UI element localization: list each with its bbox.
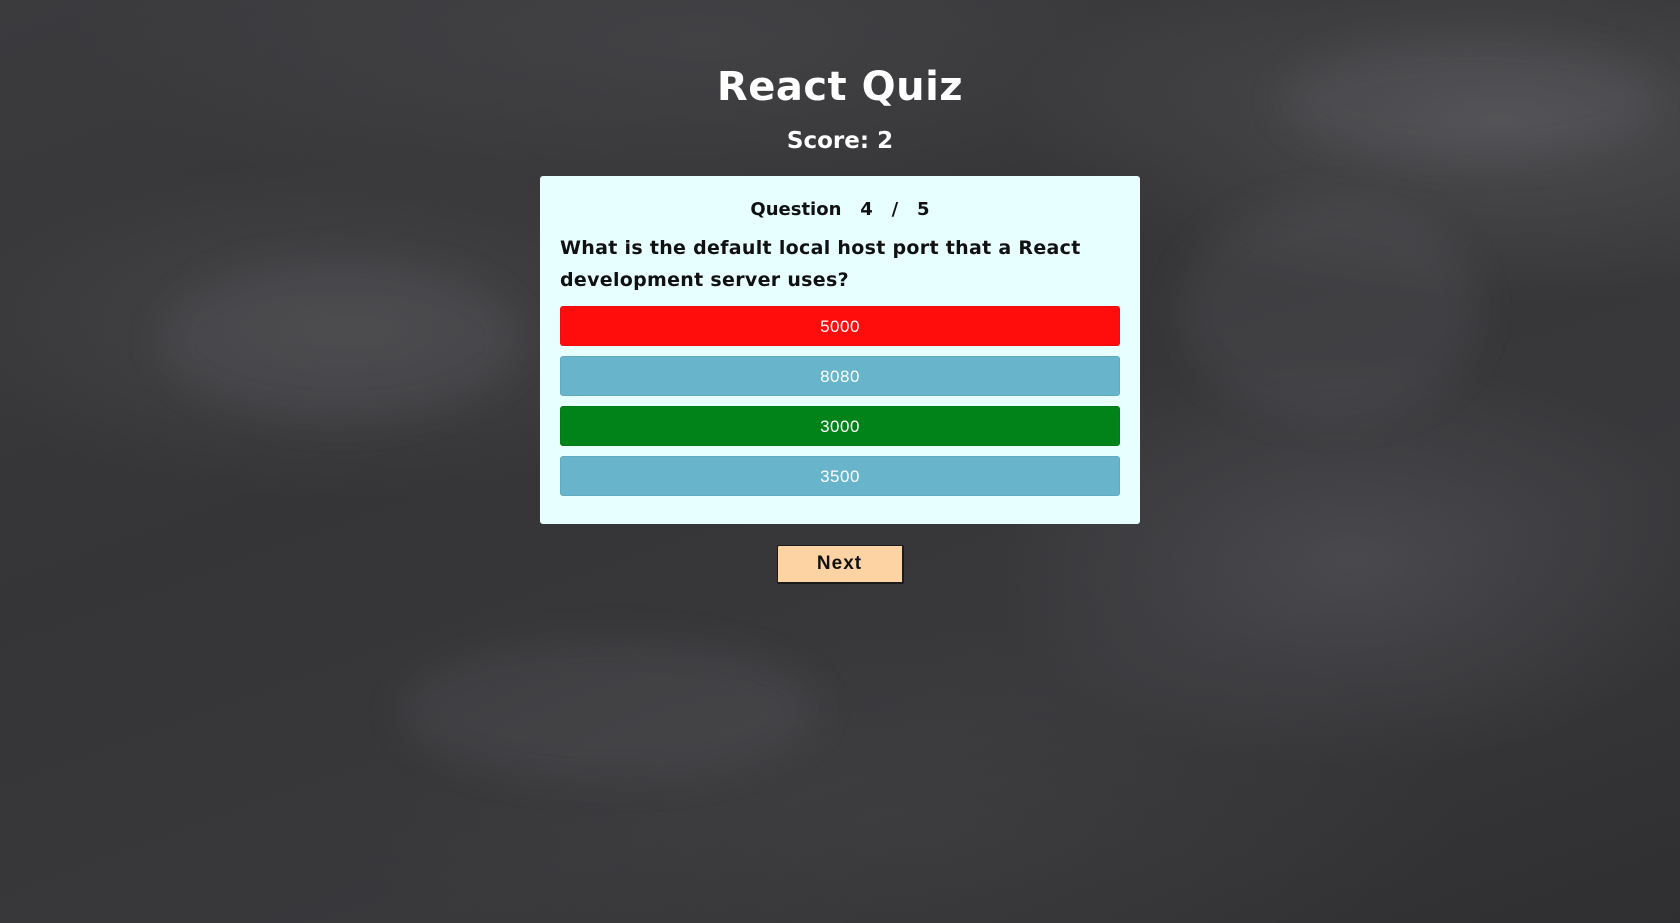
question-current: 4 xyxy=(860,199,873,220)
answer-option-4[interactable]: 3500 xyxy=(560,456,1120,496)
answer-option-1[interactable]: 5000 xyxy=(560,306,1120,346)
quiz-app: React Quiz Score: 2 Question 4 / 5 What i… xyxy=(0,0,1680,584)
question-total: 5 xyxy=(917,199,930,220)
page-title: React Quiz xyxy=(716,64,964,110)
score-display: Score: 2 xyxy=(787,126,893,156)
question-card: Question 4 / 5 What is the default local… xyxy=(540,176,1140,524)
answer-option-2[interactable]: 8080 xyxy=(560,356,1120,396)
score-label: Score: xyxy=(786,128,870,154)
answer-option-3[interactable]: 3000 xyxy=(560,406,1120,446)
answer-list: 5000 8080 3000 3500 xyxy=(560,306,1120,496)
question-text: What is the default local host port that… xyxy=(560,237,1081,291)
question-counter: Question 4 / 5 xyxy=(560,198,1120,222)
question-separator: / xyxy=(891,199,899,220)
next-button[interactable]: Next xyxy=(776,545,904,584)
question-counter-label: Question xyxy=(750,199,842,220)
score-value: 2 xyxy=(877,128,894,154)
